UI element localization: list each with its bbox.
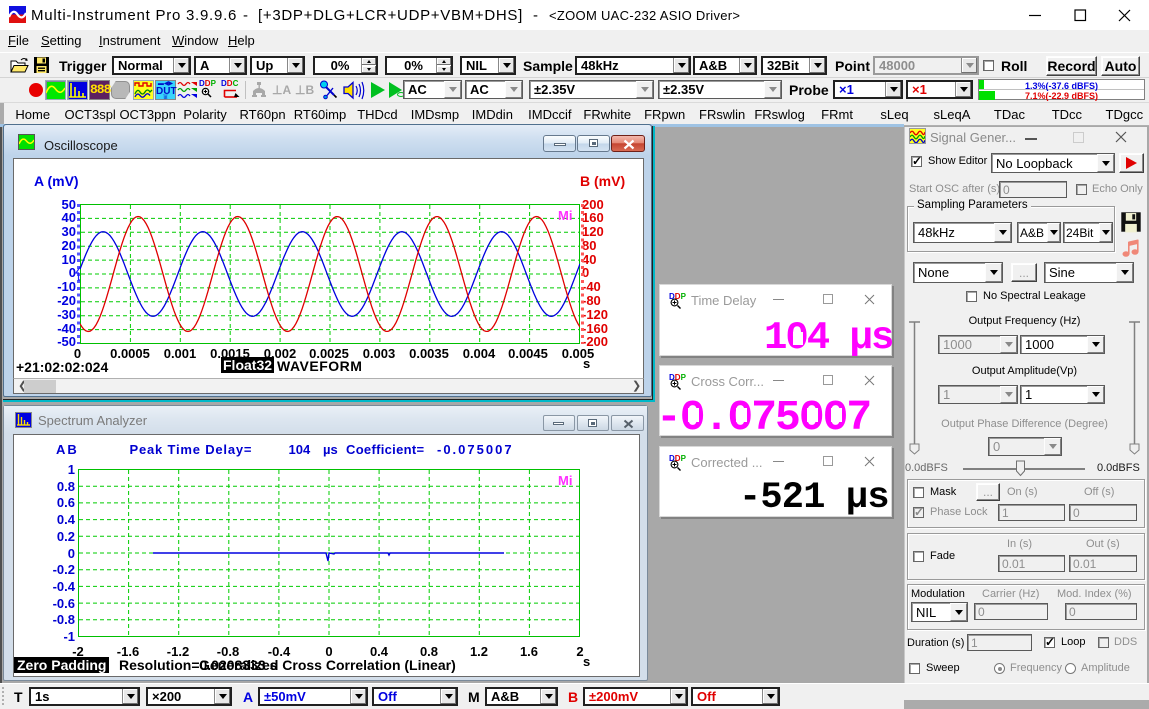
- svg-text:Mi: Mi: [558, 208, 572, 223]
- svg-text:Mi: Mi: [558, 473, 572, 488]
